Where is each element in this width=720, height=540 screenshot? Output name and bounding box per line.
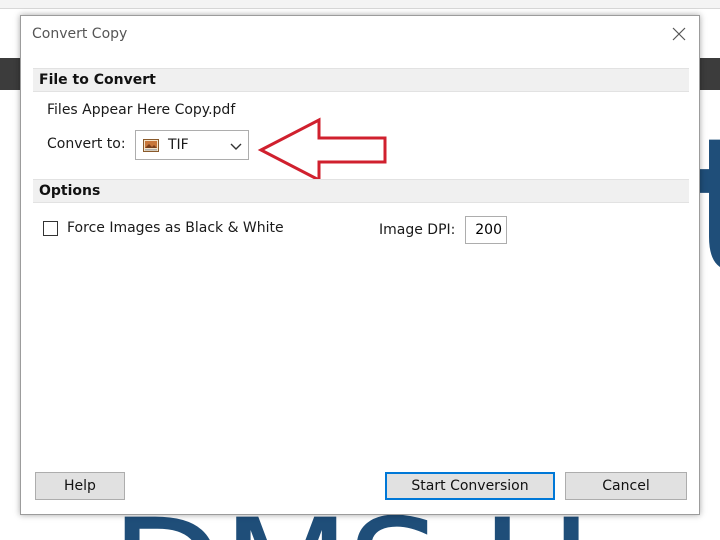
convert-format-value: TIF — [168, 137, 189, 153]
close-icon — [672, 27, 686, 41]
image-dpi-input[interactable] — [465, 216, 507, 244]
annotation-arrow-icon — [257, 117, 387, 183]
force-bw-label: Force Images as Black & White — [67, 220, 284, 236]
chevron-down-icon — [230, 143, 242, 150]
convert-to-label: Convert to: — [47, 136, 126, 152]
close-button[interactable] — [665, 22, 693, 48]
force-bw-checkbox[interactable] — [43, 221, 58, 236]
dialog-title: Convert Copy — [32, 26, 128, 42]
file-to-convert-header: File to Convert — [33, 68, 689, 92]
help-button[interactable]: Help — [35, 472, 125, 500]
image-dpi-label: Image DPI: — [379, 222, 456, 238]
file-name: Files Appear Here Copy.pdf — [47, 102, 236, 118]
image-file-icon — [143, 139, 159, 152]
convert-format-select[interactable]: TIF — [135, 130, 249, 160]
file-to-convert-title: File to Convert — [39, 72, 156, 88]
options-header: Options — [33, 179, 689, 203]
convert-copy-dialog: Convert Copy File to Convert Files Appea… — [20, 15, 700, 515]
options-title: Options — [39, 183, 101, 199]
start-conversion-button[interactable]: Start Conversion — [385, 472, 555, 500]
dialog-titlebar: Convert Copy — [21, 16, 699, 54]
background-window-strip — [0, 0, 720, 9]
cancel-button[interactable]: Cancel — [565, 472, 687, 500]
